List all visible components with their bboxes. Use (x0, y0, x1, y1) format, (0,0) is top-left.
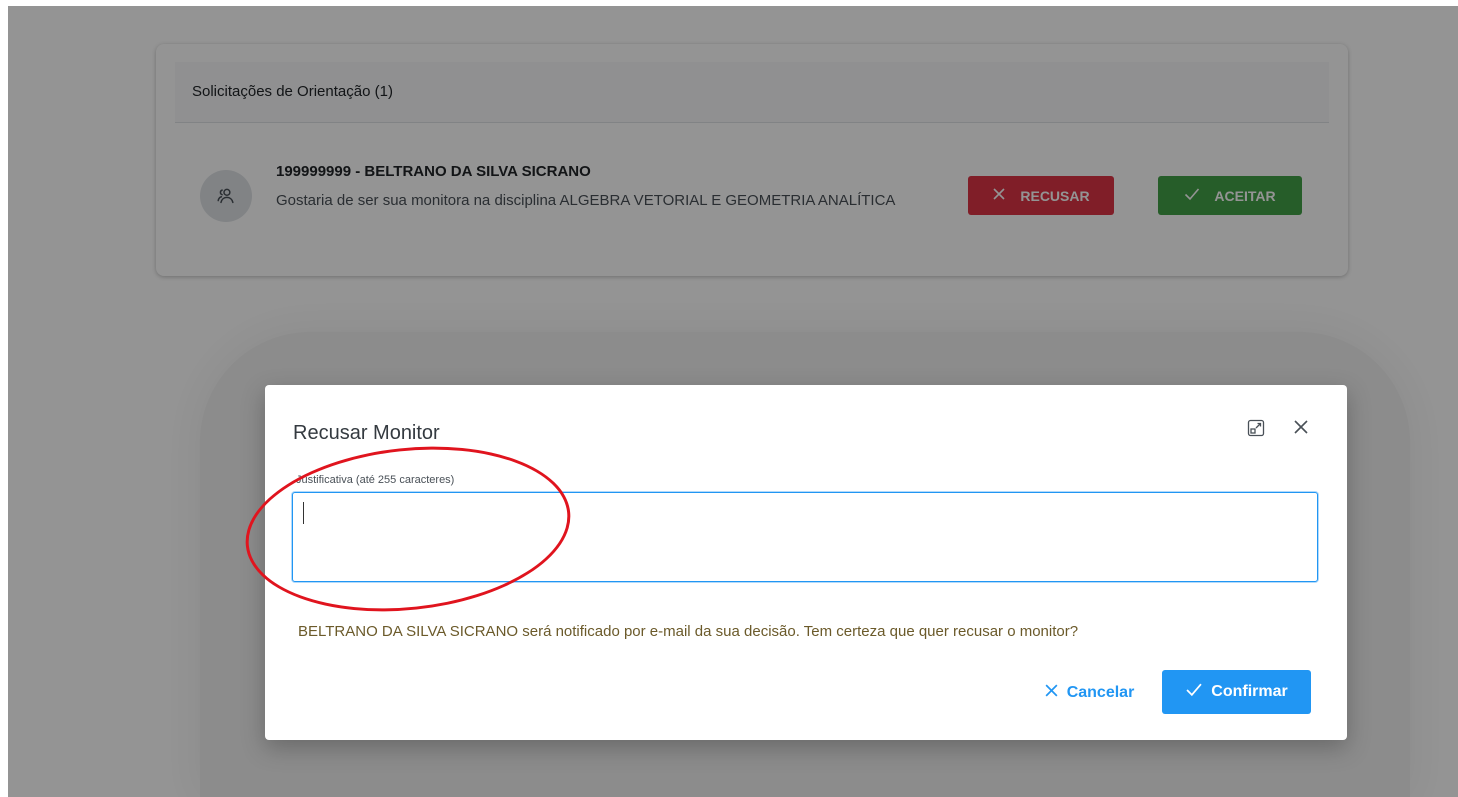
reject-monitor-dialog: Recusar Monitor Justificativa (até 255 c… (237, 385, 1347, 740)
close-icon (1293, 419, 1309, 440)
check-icon (1185, 682, 1203, 702)
justification-textarea[interactable] (292, 492, 1318, 582)
notification-message: BELTRANO DA SILVA SICRANO será notificad… (298, 623, 1079, 640)
confirm-label: Confirmar (1211, 683, 1288, 700)
cancel-button[interactable]: Cancelar (1035, 675, 1143, 711)
maximize-button[interactable] (1245, 419, 1267, 441)
close-button[interactable] (1290, 418, 1312, 440)
cancel-label: Cancelar (1066, 684, 1135, 701)
dialog-title: Recusar Monitor (293, 422, 440, 444)
confirm-button[interactable]: Confirmar (1162, 670, 1311, 714)
text-cursor (303, 502, 304, 524)
justification-label: Justificativa (até 255 caracteres) (296, 474, 455, 486)
x-icon (1044, 683, 1059, 703)
maximize-icon (1247, 419, 1265, 442)
